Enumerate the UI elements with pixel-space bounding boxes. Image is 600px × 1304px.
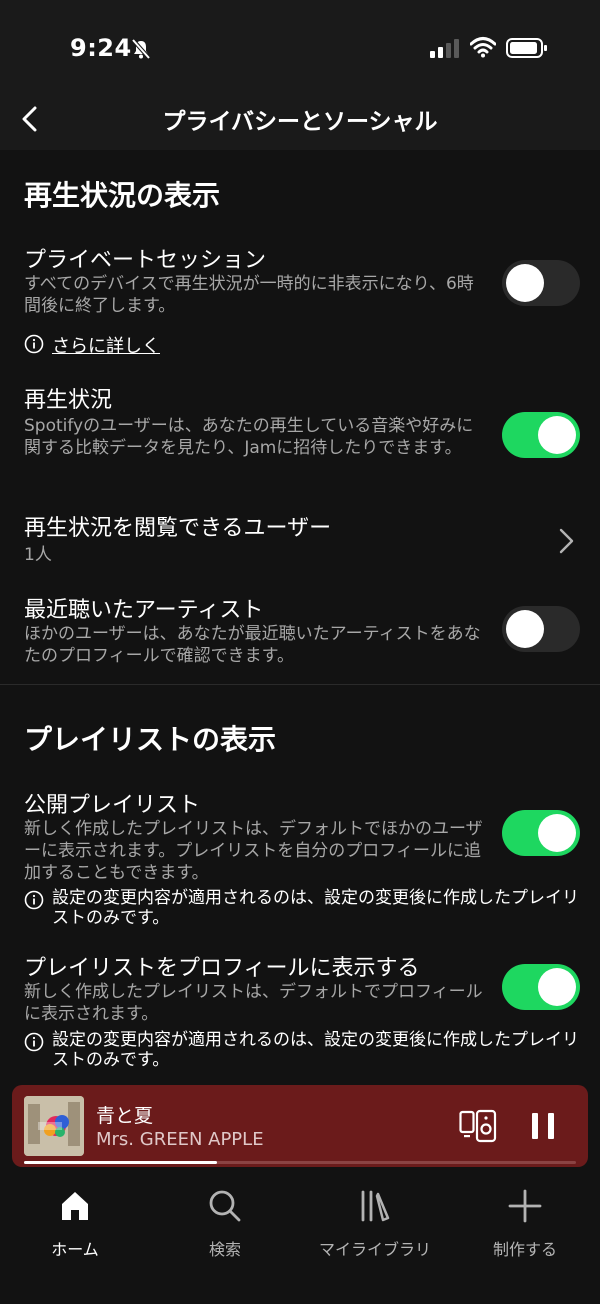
chevron-right-icon [559,528,574,554]
public-playlists-title: 公開プレイリスト [24,793,201,818]
show-on-profile-desc: 新しく作成したプレイリストは、デフォルトでプロフィールに表示されます。 [24,982,483,1024]
activity-title: 再生状況 [24,388,113,413]
nav-create-label: 制作する [492,1240,557,1259]
learn-more-link[interactable]: さらに詳しく [52,332,160,358]
library-icon [361,1190,390,1222]
device-speaker-icon[interactable] [459,1109,497,1143]
status-bar: 9:24 [0,0,600,90]
nav-header: プライバシーとソーシャル [0,90,600,150]
private-session-title: プライベートセッション [24,248,267,273]
bottom-nav: ホーム 検索 マイライブラリ 制作する [0,1180,600,1270]
public-playlists-info-text: 設定の変更内容が適用されるのは、設定の変更後に作成したプレイリストのみです。 [52,888,579,928]
toggle-knob [538,814,576,852]
show-on-profile-toggle[interactable] [502,964,580,1010]
section-title-listening: 再生状況の表示 [24,179,221,212]
album-art-graphic [24,1096,84,1156]
toggle-knob [506,610,544,648]
nav-home[interactable]: ホーム [0,1180,150,1270]
home-icon [62,1192,88,1220]
nav-create[interactable]: 制作する [450,1180,600,1270]
toggle-knob [506,264,544,302]
public-playlists-toggle[interactable] [502,810,580,856]
nav-home-label: ホーム [51,1240,99,1259]
track-artist: Mrs. GREEN APPLE [96,1129,264,1150]
page-title: プライバシーとソーシャル [162,109,438,135]
activity-toggle[interactable] [502,412,580,458]
section-title-playlists: プレイリストの表示 [24,723,277,756]
plus-icon [508,1189,542,1223]
nav-library-label: マイライブラリ [318,1240,431,1259]
mini-player[interactable]: 青と夏 Mrs. GREEN APPLE [12,1085,588,1167]
toggle-knob [538,416,576,454]
battery-icon [506,38,547,58]
recent-artists-desc: ほかのユーザーは、あなたが最近聴いたアーティストをあなたのプロフィールで確認でき… [24,624,481,666]
nav-search[interactable]: 検索 [150,1180,300,1270]
album-art [24,1096,84,1156]
public-playlists-desc: 新しく作成したプレイリストは、デフォルトでほかのユーザーに表示されます。プレイリ… [24,819,483,883]
viewers-title: 再生状況を閲覧できるユーザー [24,516,332,541]
info-icon [24,334,44,354]
activity-desc: Spotifyのユーザーは、あなたの再生している音楽や好みに関する比較データを見… [24,416,474,458]
viewers-value: 1人 [24,545,52,565]
show-on-profile-info-text: 設定の変更内容が適用されるのは、設定の変更後に作成したプレイリストのみです。 [52,1030,579,1070]
bell-slash-icon [131,38,151,60]
show-on-profile-title: プレイリストをプロフィールに表示する [24,956,420,981]
recent-artists-toggle[interactable] [502,606,580,652]
track-title: 青と夏 [96,1105,154,1127]
recent-artists-title: 最近聴いたアーティスト [24,598,264,623]
nav-search-label: 検索 [208,1240,241,1259]
nav-library[interactable]: マイライブラリ [300,1180,450,1270]
private-session-desc: すべてのデバイスで再生状況が一時的に非表示になり、6時間後に終了します。 [24,274,474,316]
search-icon [209,1190,241,1222]
show-on-profile-info: 設定の変更内容が適用されるのは、設定の変更後に作成したプレイリストのみです。 [24,1030,582,1070]
signal-icon [430,39,459,58]
info-icon [24,890,44,910]
public-playlists-info: 設定の変更内容が適用されるのは、設定の変更後に作成したプレイリストのみです。 [24,888,582,928]
info-icon [24,1032,44,1052]
learn-more-row: さらに詳しく [24,332,160,358]
toggle-knob [538,968,576,1006]
playback-progress-fill [24,1161,218,1164]
status-time: 9:24 [70,34,132,62]
playback-progress[interactable] [24,1161,576,1164]
wifi-icon [470,37,496,58]
private-session-toggle[interactable] [502,260,580,306]
pause-icon[interactable] [530,1111,556,1141]
section-divider [0,684,600,685]
